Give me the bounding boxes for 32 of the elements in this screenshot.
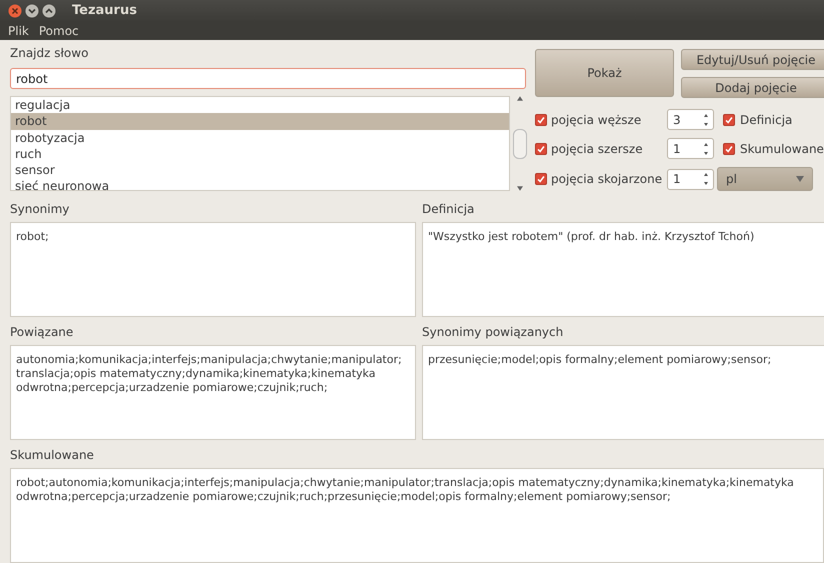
checkbox-label: pojęcia węższe [551,112,642,126]
text-area[interactable]: robot; [10,222,416,317]
checkbox-label: Skumulowane [740,142,824,156]
list-item[interactable]: ruch [11,146,509,162]
panel-label: Definicja [422,202,476,217]
number-spinner[interactable]: 3 [667,109,714,130]
menu-item[interactable]: Pomoc [34,24,83,38]
list-item[interactable]: sensor [11,162,509,178]
add-button[interactable]: Dodaj pojęcie [681,77,824,98]
text-area[interactable]: przesunięcie;model;opis formalny;element pomiarowy;sensor; [422,345,824,440]
menu-item[interactable]: Plik [4,24,33,38]
list-item[interactable]: robotyzacja [11,130,509,146]
language-dropdown[interactable]: pl [717,167,813,191]
list-item[interactable]: robot [11,113,509,130]
checkbox-label: pojęcia szersze [551,142,644,156]
panel-label: Synonimy [10,202,70,217]
search-field[interactable]: robot [10,68,526,89]
text-area[interactable]: autonomia;komunikacja;interfejs;manipulacja;chwytanie;manipulator; translacja;opis matematyczny;dynamika;kinematyka;kinematyka odwrotna;percepcja;urzadzenie pomiarowe;czujnik;ruch; [10,345,416,440]
panel-label: Powiązane [10,325,74,340]
panel-label: Synonimy powiązanych [422,325,564,340]
window-title: Tezaurus [72,3,137,18]
panel-label: Skumulowane [10,448,95,463]
text-area[interactable]: "Wszystko jest robotem" (prof. dr hab. inż. Krzysztof Tchoń) [422,222,824,317]
text-area[interactable]: robot;autonomia;komunikacja;interfejs;manipulacja;chwytanie;manipulator;translacja;opis matematyczny;dynamika;kinematyka;kinematyka odwrotna;percepcja;urzadzenie pomiarowe;czujnik;ruch;przesunięcie;model;opis formalny;element pomiarowy;sensor; [10,468,824,563]
list-item[interactable]: regulacja [11,97,509,114]
show-button[interactable]: Pokaż [535,49,674,97]
checkbox-label: Definicja [740,112,792,126]
checkbox-label: pojęcia skojarzone [551,172,664,186]
number-spinner[interactable]: 1 [667,168,714,190]
search-label: Znajdz słowo [10,46,90,61]
number-spinner[interactable]: 1 [667,138,714,159]
edit-button[interactable]: Edytuj/Usuń pojęcie [681,49,824,70]
